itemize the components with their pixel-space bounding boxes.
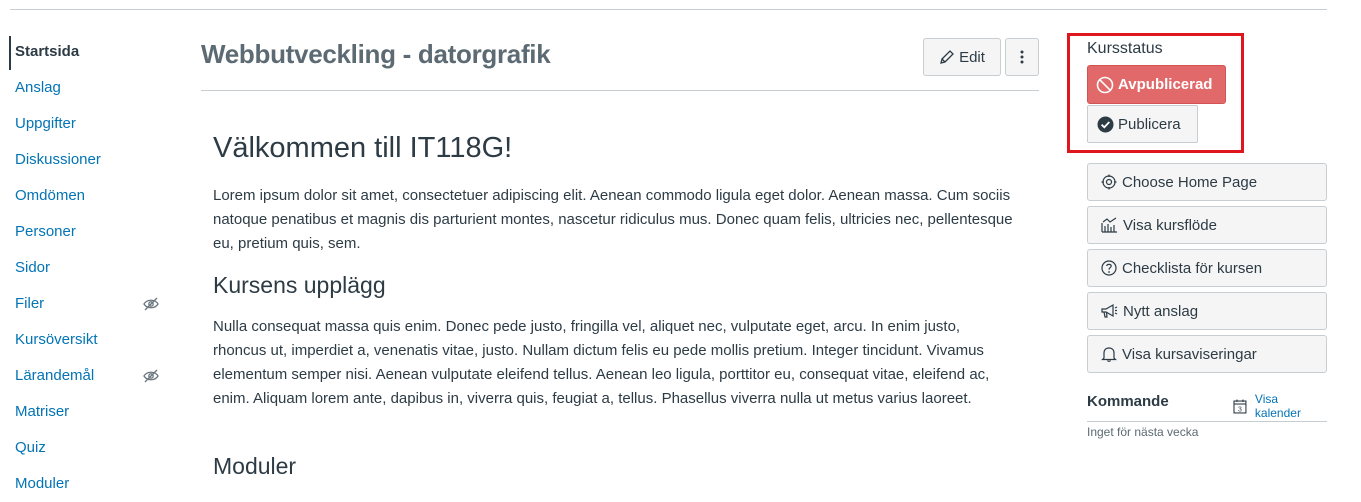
check-circle-icon bbox=[1097, 116, 1114, 132]
question-circle-icon bbox=[1101, 260, 1117, 276]
stream-chart-icon bbox=[1101, 217, 1117, 233]
calendar-icon: 3 bbox=[1233, 399, 1247, 414]
target-icon bbox=[1101, 174, 1117, 190]
megaphone-icon bbox=[1101, 303, 1118, 318]
edit-label: Edit bbox=[959, 48, 985, 66]
modules-heading: Moduler bbox=[213, 453, 297, 479]
view-course-stream-button[interactable]: Visa kursflöde bbox=[1087, 206, 1327, 244]
unpublished-label: Avpublicerad bbox=[1118, 76, 1213, 93]
top-divider bbox=[10, 9, 1327, 10]
nav-item-startsida[interactable]: Startsida bbox=[0, 34, 170, 70]
coming-up-heading: Kommande bbox=[1087, 393, 1169, 410]
eye-slash-icon bbox=[143, 297, 159, 311]
unpublished-button[interactable]: Avpublicerad bbox=[1087, 65, 1226, 104]
kebab-menu-icon bbox=[1020, 50, 1024, 64]
course-status-label: Kursstatus bbox=[1087, 40, 1163, 57]
view-calendar-link[interactable]: 3 Visa kalender bbox=[1233, 392, 1327, 420]
eye-slash-icon bbox=[143, 369, 159, 383]
more-options-button[interactable] bbox=[1005, 38, 1039, 76]
new-announcement-button[interactable]: Nytt anslag bbox=[1087, 292, 1327, 330]
nav-item-uppgifter[interactable]: Uppgifter bbox=[0, 106, 170, 142]
view-calendar-label: Visa kalender bbox=[1254, 392, 1301, 420]
intro-paragraph: Lorem ipsum dolor sit amet, consectetuer… bbox=[213, 187, 1013, 252]
publish-button[interactable]: Publicera bbox=[1087, 105, 1198, 143]
title-divider bbox=[201, 90, 1039, 91]
nav-item-diskussioner[interactable]: Diskussioner bbox=[0, 142, 170, 178]
nav-item-kursoversikt[interactable]: Kursöversikt bbox=[0, 322, 170, 358]
nav-item-filer[interactable]: Filer bbox=[0, 286, 170, 322]
course-nav: Startsida Anslag Uppgifter Diskussioner … bbox=[0, 34, 170, 502]
course-notifications-button[interactable]: Visa kursaviseringar bbox=[1087, 335, 1327, 373]
pencil-icon bbox=[940, 50, 954, 64]
choose-home-page-button[interactable]: Choose Home Page bbox=[1087, 163, 1327, 201]
nav-item-anslag[interactable]: Anslag bbox=[0, 70, 170, 106]
nav-item-personer[interactable]: Personer bbox=[0, 214, 170, 250]
nav-item-matriser[interactable]: Matriser bbox=[0, 394, 170, 430]
coming-up-divider bbox=[1087, 421, 1327, 422]
course-checklist-button[interactable]: Checklista för kursen bbox=[1087, 249, 1327, 287]
calendar-day-number: 3 bbox=[1238, 406, 1242, 413]
nav-item-sidor[interactable]: Sidor bbox=[0, 250, 170, 286]
bell-icon bbox=[1101, 347, 1117, 362]
section-paragraph: Nulla consequat massa quis enim. Donec p… bbox=[213, 318, 990, 407]
welcome-heading: Välkommen till IT118G! bbox=[213, 132, 513, 164]
page-title: Webbutveckling - datorgrafik bbox=[201, 39, 551, 69]
publish-label: Publicera bbox=[1118, 115, 1181, 133]
nav-item-omdomen[interactable]: Omdömen bbox=[0, 178, 170, 214]
section-heading: Kursens upplägg bbox=[213, 272, 386, 298]
edit-button[interactable]: Edit bbox=[923, 38, 1001, 76]
nav-item-larandemal[interactable]: Lärandemål bbox=[0, 358, 170, 394]
unpublish-icon bbox=[1096, 76, 1114, 93]
nav-item-moduler[interactable]: Moduler bbox=[0, 466, 170, 502]
nav-item-quiz[interactable]: Quiz bbox=[0, 430, 170, 466]
coming-up-empty-text: Inget för nästa vecka bbox=[1087, 425, 1199, 439]
